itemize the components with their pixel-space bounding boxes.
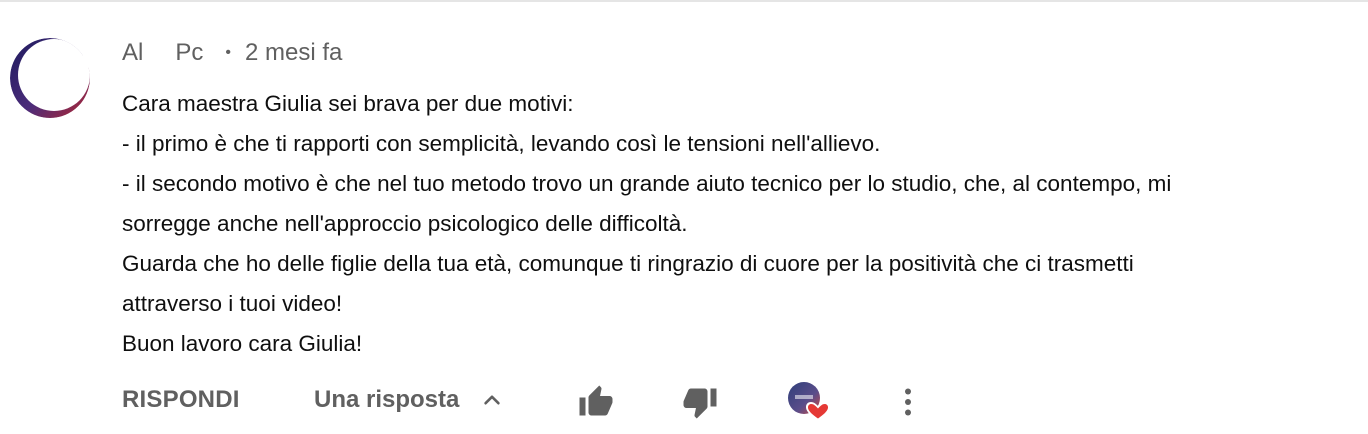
chevron-up-icon bbox=[481, 389, 503, 411]
creator-heart-icon bbox=[786, 380, 830, 429]
author-name[interactable]: Al bbox=[122, 39, 143, 67]
divider bbox=[0, 0, 1368, 2]
thumbs-down-icon bbox=[682, 384, 718, 425]
thumbs-up-icon bbox=[578, 384, 614, 425]
comment-line: sorregge anche nell'approccio psicologic… bbox=[122, 211, 688, 236]
dislike-button[interactable] bbox=[680, 384, 720, 424]
reply-button[interactable]: RISPONDI bbox=[122, 386, 240, 414]
replies-label: Una risposta bbox=[314, 386, 460, 413]
more-vertical-icon bbox=[890, 384, 926, 425]
view-replies-button[interactable]: Una risposta bbox=[314, 386, 503, 414]
comment-line: - il secondo motivo è che nel tuo metodo… bbox=[122, 171, 1172, 196]
comment-line: Buon lavoro cara Giulia! bbox=[122, 331, 363, 356]
timestamp[interactable]: 2 mesi fa bbox=[245, 39, 342, 67]
comment-text: Cara maestra Giulia sei brava per due mo… bbox=[122, 84, 1352, 364]
separator-dot: • bbox=[225, 44, 231, 61]
comment-actions: RISPONDI Una risposta bbox=[122, 380, 1352, 426]
avatar[interactable] bbox=[10, 38, 90, 118]
comment-header: Al Pc • 2 mesi fa bbox=[83, 34, 1352, 72]
comment-page: Al Pc • 2 mesi fa Cara maestra Giulia se… bbox=[0, 0, 1368, 434]
comment-line: Guarda che ho delle figlie della tua età… bbox=[122, 251, 1134, 276]
more-actions-button[interactable] bbox=[888, 384, 928, 424]
comment-line: - il primo è che ti rapporti con semplic… bbox=[122, 131, 881, 156]
author-surname[interactable]: Pc bbox=[175, 39, 203, 67]
comment: Al Pc • 2 mesi fa Cara maestra Giulia se… bbox=[83, 34, 1352, 364]
creator-heart-badge[interactable] bbox=[786, 380, 830, 429]
like-button[interactable] bbox=[576, 384, 616, 424]
comment-line: attraverso i tuoi video! bbox=[122, 291, 343, 316]
comment-line: Cara maestra Giulia sei brava per due mo… bbox=[122, 91, 574, 116]
